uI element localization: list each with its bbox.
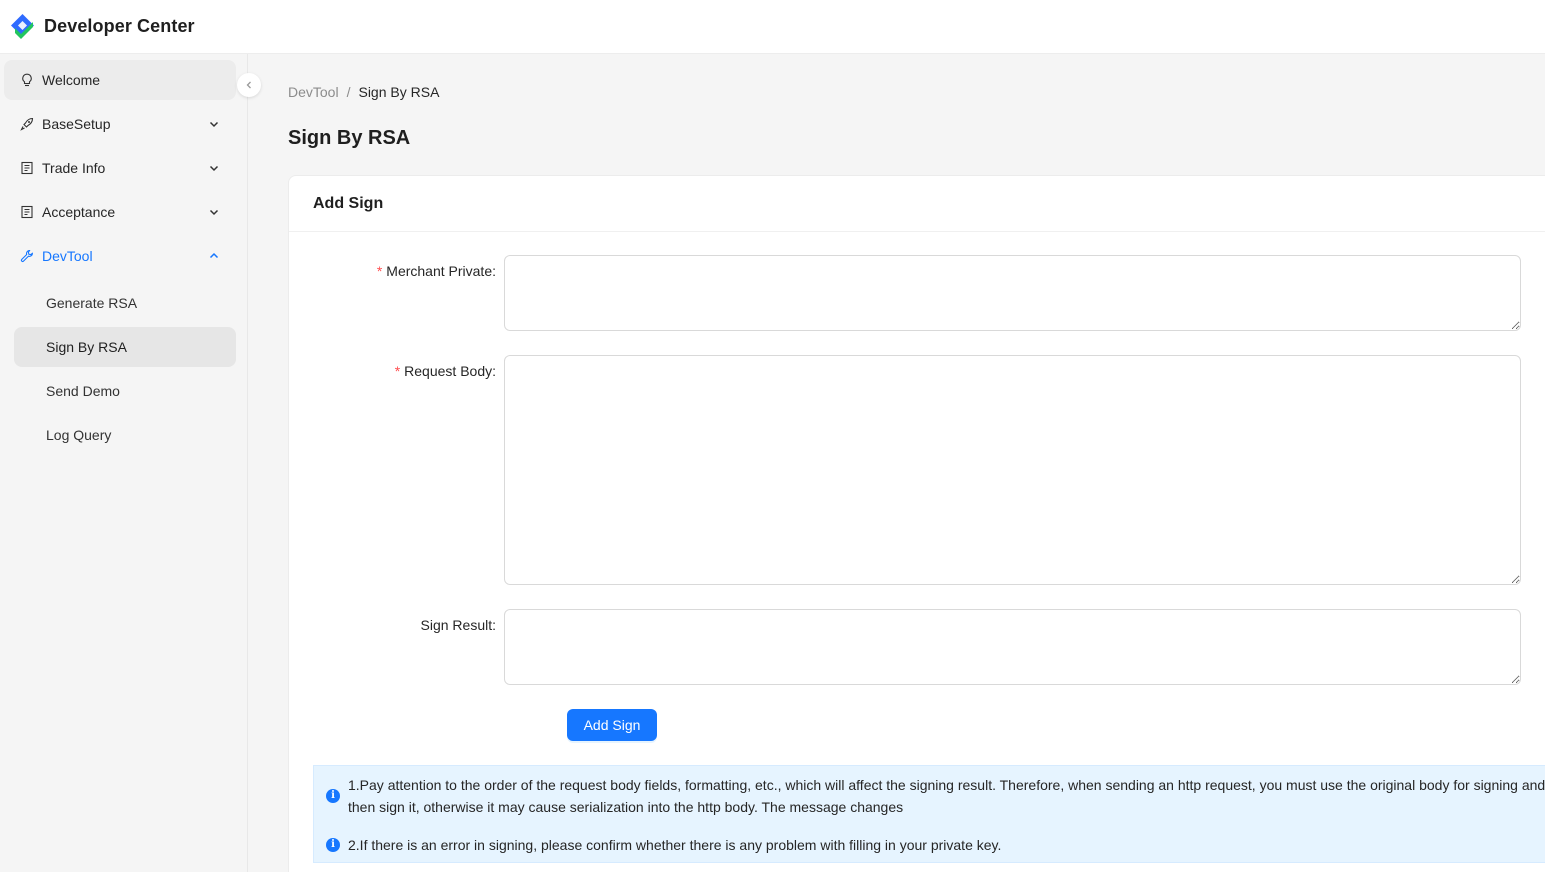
chevron-down-icon — [209, 165, 219, 172]
chevron-down-icon — [209, 121, 219, 128]
sidebar-item-label: Send Demo — [46, 383, 120, 399]
card-title: Add Sign — [289, 176, 1545, 232]
wrench-icon — [20, 249, 34, 263]
sidebar-item-devtool[interactable]: DevTool — [4, 236, 236, 276]
breadcrumb-current: Sign By RSA — [358, 84, 440, 100]
top-bar: Developer Center — [0, 0, 1545, 54]
add-sign-button[interactable]: Add Sign — [567, 709, 657, 741]
sign-result-output[interactable] — [504, 609, 1521, 685]
sidebar-subitem-generate-rsa[interactable]: Generate RSA — [14, 283, 236, 323]
required-mark: * — [394, 363, 401, 379]
sidebar: Welcome BaseSetup Trade Info Acceptance … — [0, 54, 248, 872]
bulb-icon — [20, 73, 34, 87]
receipt-icon — [20, 205, 34, 219]
sign-result-label: Sign Result: — [420, 617, 496, 633]
sidebar-item-label: BaseSetup — [42, 116, 111, 132]
sidebar-item-label: Generate RSA — [46, 295, 138, 311]
sidebar-item-trade-info[interactable]: Trade Info — [4, 148, 236, 188]
info-alert: i 1.Pay attention to the order of the re… — [313, 765, 1545, 863]
tip-item: i 1.Pay attention to the order of the re… — [326, 774, 1545, 818]
sidebar-item-acceptance[interactable]: Acceptance — [4, 192, 236, 232]
sidebar-item-label: Welcome — [42, 72, 101, 88]
merchant-private-label: * Merchant Private: — [376, 263, 496, 279]
sidebar-item-basesetup[interactable]: BaseSetup — [4, 104, 236, 144]
sidebar-item-welcome[interactable]: Welcome — [4, 60, 236, 100]
tip-text: 2.If there is an error in signing, pleas… — [348, 837, 1002, 853]
merchant-private-input[interactable] — [504, 255, 1521, 331]
chevron-left-icon — [246, 81, 251, 89]
chevron-down-icon — [209, 209, 219, 216]
breadcrumb: DevTool / Sign By RSA — [288, 84, 439, 100]
request-body-label: * Request Body: — [394, 363, 496, 379]
sidebar-item-label: Sign By RSA — [46, 339, 127, 355]
logo-icon — [11, 14, 34, 39]
sidebar-item-label: Trade Info — [42, 160, 106, 176]
breadcrumb-devtool[interactable]: DevTool — [288, 84, 339, 100]
info-icon: i — [326, 838, 340, 852]
page-title: Sign By RSA — [288, 127, 411, 149]
tip-item: i 2.If there is an error in signing, ple… — [326, 834, 1545, 856]
sidebar-subitem-send-demo[interactable]: Send Demo — [14, 371, 236, 411]
app-title: Developer Center — [44, 16, 195, 36]
sidebar-subitem-sign-by-rsa[interactable]: Sign By RSA — [14, 327, 236, 367]
breadcrumb-separator: / — [346, 84, 351, 100]
request-body-input[interactable] — [504, 355, 1521, 585]
sidebar-subitem-log-query[interactable]: Log Query — [14, 415, 236, 455]
sidebar-item-label: Log Query — [46, 427, 112, 443]
tip-text: 1.Pay attention to the order of the requ… — [348, 777, 1545, 815]
collapse-sidebar-button[interactable] — [237, 73, 261, 97]
receipt-icon — [20, 161, 34, 175]
chevron-up-icon — [209, 252, 219, 259]
sidebar-item-label: DevTool — [42, 248, 93, 264]
required-mark: * — [376, 263, 383, 279]
info-icon: i — [326, 789, 340, 803]
rocket-icon — [20, 117, 34, 131]
sidebar-item-label: Acceptance — [42, 204, 116, 220]
